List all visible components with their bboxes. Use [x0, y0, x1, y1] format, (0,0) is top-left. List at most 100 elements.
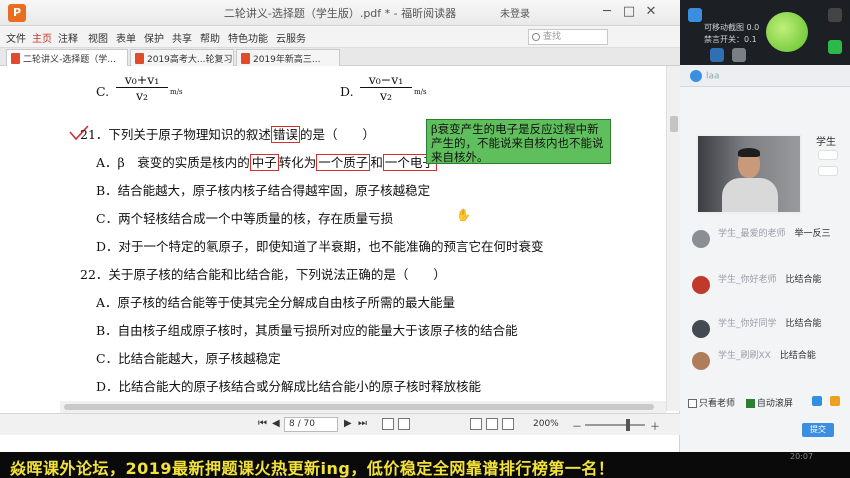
auto-scroll-checkbox[interactable]: 自动滚屏 — [745, 399, 793, 409]
scroll-thumb[interactable] — [670, 116, 678, 132]
chat-message: 学生_你好同学 比结合能 — [690, 316, 840, 342]
zoom-slider-knob[interactable] — [626, 419, 630, 431]
video-person-hair — [738, 148, 760, 157]
chat-text: 学生_最爱的老师 举一反三 — [718, 228, 838, 240]
minimize-icon[interactable]: ─ — [598, 2, 616, 22]
chat-options: 只看老师 自动滚屏 — [688, 396, 848, 412]
user-avatar — [690, 70, 702, 82]
q21-highlight-box: 错误 — [270, 126, 300, 143]
doc-tab-label: 2019年新高三... — [253, 55, 321, 65]
menu-cloud[interactable]: 云服务 — [276, 30, 306, 45]
page-number-field[interactable]: 8 / 70 — [284, 417, 338, 432]
app-icon — [688, 8, 702, 22]
document-tab-bar: 二轮讲义-选择题（学... 2019高考大...轮复习... 2019年新高三.… — [0, 48, 680, 66]
title-bar: P 二轮讲义-选择题（学生版）.pdf * - 福昕阅读器 未登录 ─ □ ✕ — [0, 0, 680, 26]
side-toggle-2[interactable] — [818, 166, 838, 176]
chat-text: 学生_你好老师 比结合能 — [718, 274, 838, 286]
question-22: 22．关于原子核的结合能和比结合能，下列说法正确的是（ ） — [80, 267, 446, 282]
doc-tab-label: 二轮讲义-选择题（学... — [23, 55, 116, 65]
pdf-file-icon — [11, 53, 20, 64]
zoom-out-icon[interactable]: － — [572, 418, 582, 433]
chat-avatar — [692, 320, 710, 338]
menu-protect[interactable]: 保护 — [144, 30, 164, 45]
menu-help[interactable]: 帮助 — [200, 30, 220, 45]
view-fit-icon[interactable] — [382, 418, 394, 430]
chat-text: 学生_你好同学 比结合能 — [718, 318, 838, 330]
first-page-icon[interactable]: ⏮ — [258, 418, 267, 429]
maximize-icon[interactable]: □ — [620, 2, 638, 22]
chat-message: 学生_最爱的老师 举一反三 — [690, 226, 840, 252]
search-icon — [532, 33, 540, 41]
chat-content: 比结合能 — [785, 319, 822, 329]
teacher-video — [696, 134, 802, 214]
menu-features[interactable]: 特色功能 — [228, 30, 268, 45]
next-page-icon[interactable]: ▶ — [344, 418, 352, 429]
close-icon[interactable]: ✕ — [642, 2, 660, 22]
menu-form[interactable]: 表单 — [116, 30, 136, 45]
menu-comment[interactable]: 注释 — [58, 30, 78, 45]
chat-sender: 学生_你好同学 — [718, 319, 777, 329]
panel-status-line-1: 可移动截图 0.0 — [704, 23, 760, 32]
chat-avatar — [692, 230, 710, 248]
zoom-level[interactable]: 200% — [533, 419, 559, 429]
promo-banner-text: 焱晖课外论坛，2019最新押题课火热更新ing，低价稳定全网靠谱排行榜第一名！ — [10, 459, 615, 478]
view-cover-icon[interactable] — [502, 418, 514, 430]
minimize-panel-icon[interactable] — [828, 8, 842, 22]
q21-a-mid: 转化为 — [278, 155, 317, 170]
option-c-denominator: v₂ — [135, 88, 149, 103]
chat-avatar — [692, 352, 710, 370]
search-input[interactable]: 查找 — [528, 29, 608, 45]
side-toggle-1[interactable] — [818, 150, 838, 160]
zoom-in-icon[interactable]: ＋ — [650, 418, 660, 433]
submit-button[interactable]: 提交 — [802, 423, 834, 437]
chat-sender: 学生_你好老师 — [718, 275, 777, 285]
chat-message: 学生_刷刷XX 比结合能 — [690, 348, 840, 374]
q22-option-a: A．原子核的结合能等于使其完全分解成自由核子所需的最大能量 — [96, 295, 456, 310]
pdf-page: C. v₀+v₁ v₂ m/s D. v₀−v₁ v₂ m/s 21．下列关于原… — [8, 66, 666, 401]
option-d-fraction: v₀−v₁ v₂ — [360, 72, 412, 103]
chat-avatar — [692, 276, 710, 294]
menu-bar: 文件 主页 注释 视图 表单 保护 共享 帮助 特色功能 云服务 查找 — [0, 26, 680, 48]
horizontal-scrollbar[interactable] — [60, 401, 666, 413]
user-name: laa — [706, 71, 720, 82]
panel-header: 可移动截图 0.0 禁言开关：0.1 — [680, 0, 850, 65]
q22-option-c: C．比结合能越大，原子核越稳定 — [96, 351, 281, 366]
settings-icon[interactable] — [732, 48, 746, 62]
flower-icon[interactable] — [812, 396, 822, 406]
zoom-slider[interactable] — [585, 424, 645, 426]
doc-tab-2[interactable]: 2019高考大...轮复习... — [130, 49, 234, 66]
tool-icon[interactable] — [710, 48, 724, 62]
vertical-scrollbar[interactable] — [666, 66, 680, 411]
search-placeholder: 查找 — [543, 32, 562, 42]
prev-page-icon[interactable]: ◀ — [272, 418, 280, 429]
green-action-icon[interactable] — [828, 40, 842, 54]
scroll-thumb-h[interactable] — [64, 404, 654, 410]
video-person-body — [722, 178, 778, 212]
menu-view[interactable]: 视图 — [88, 30, 108, 45]
q21-a-box-proton: 一个质子 — [316, 154, 371, 171]
green-note-annotation[interactable]: β衰变产生的电子是反应过程中新产生的，不能说来自核内也不能说来自核外。 — [426, 119, 611, 164]
only-teacher-checkbox[interactable]: 只看老师 — [688, 399, 735, 409]
pdf-file-icon — [135, 53, 144, 64]
chat-content: 比结合能 — [785, 275, 822, 285]
doc-tab-label: 2019高考大...轮复习... — [147, 55, 234, 65]
doc-tab-1[interactable]: 二轮讲义-选择题（学... — [6, 49, 128, 66]
doc-tab-3[interactable]: 2019年新高三... — [236, 49, 340, 66]
option-d-unit: m/s — [414, 88, 427, 96]
option-d-label: D. — [340, 84, 354, 99]
login-link[interactable]: 未登录 — [500, 5, 530, 20]
view-facing-icon[interactable] — [486, 418, 498, 430]
view-single-icon[interactable] — [398, 418, 410, 430]
menu-share[interactable]: 共享 — [172, 30, 192, 45]
q21-option-c: C．两个轻核结合成一个中等质量的核，存在质量亏损 — [96, 211, 394, 226]
menu-file[interactable]: 文件 — [6, 30, 26, 45]
q21-a-box-neutron: 中子 — [249, 154, 279, 171]
last-page-icon[interactable]: ⏭ — [358, 418, 367, 429]
checkbox-checked-icon — [745, 399, 755, 408]
menu-home[interactable]: 主页 — [32, 30, 52, 45]
auto-scroll-label: 自动滚屏 — [756, 399, 793, 409]
clock: 20:07 — [790, 452, 814, 461]
view-continuous-icon[interactable] — [470, 418, 482, 430]
gift-icon[interactable] — [830, 396, 840, 406]
option-c-numerator: v₀+v₁ — [116, 72, 168, 88]
